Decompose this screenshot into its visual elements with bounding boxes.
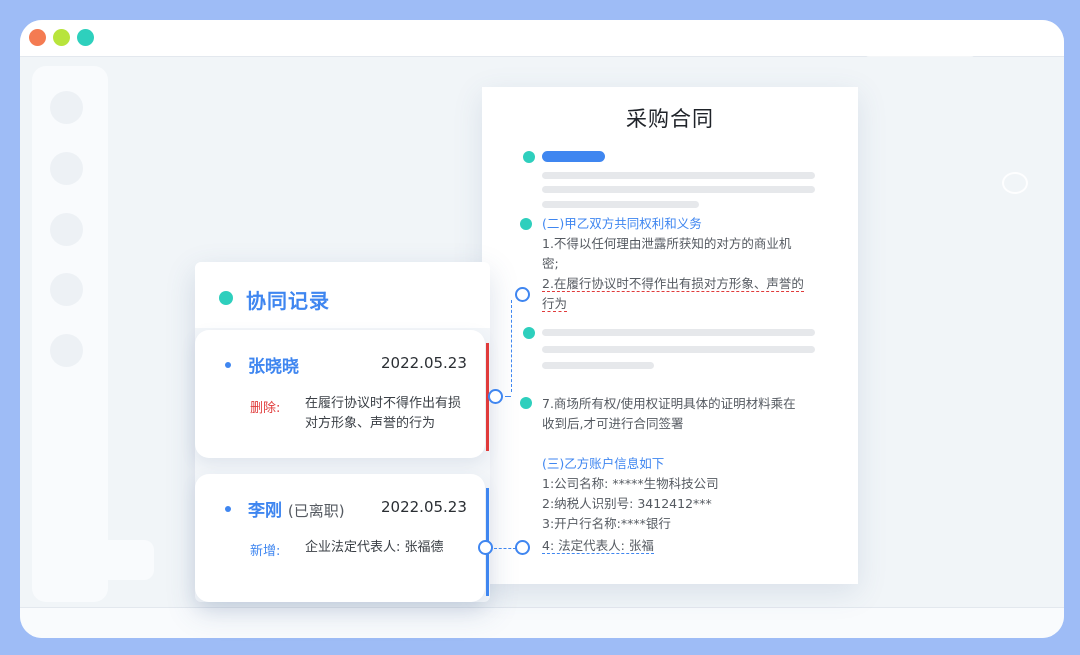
- section-marker: [523, 327, 535, 339]
- clause2-line1[interactable]: 2.在履行协议时不得作出有损对方形象、声誉的: [542, 274, 804, 294]
- record-author: 张晓晓: [248, 357, 299, 377]
- placeholder-heading-bar: [542, 151, 605, 162]
- placeholder-text-bar: [542, 186, 815, 193]
- record-author: 李刚 (已离职): [248, 501, 345, 521]
- account-bank: 3:开户行名称:****银行: [542, 516, 671, 531]
- sidebar-icon[interactable]: [50, 273, 83, 306]
- document-title: 采购合同: [626, 107, 714, 131]
- anchor-ring-record[interactable]: [488, 389, 503, 404]
- clause2-line2[interactable]: 行为: [542, 294, 568, 314]
- placeholder-text-bar: [542, 329, 815, 336]
- faded-header-text: [865, 47, 975, 57]
- added-text-highlight[interactable]: 4: 法定代表人: 张福: [542, 538, 654, 554]
- section-marker: [520, 218, 532, 230]
- contract-document: 采购合同 (二)甲乙双方共同权利和义务 1.不得以任何理由泄露所获知的对方的商业…: [482, 87, 858, 584]
- placeholder-text-bar: [542, 172, 815, 179]
- account-legal-rep[interactable]: 4: 法定代表人: 张福: [542, 536, 654, 556]
- record-content: 企业法定代表人: 张福德: [305, 540, 444, 555]
- record-action-delete: 删除:: [250, 401, 281, 416]
- panel-title: 协同记录: [246, 289, 330, 313]
- placeholder-text-bar: [542, 362, 654, 369]
- section-marker: [520, 397, 532, 409]
- window-footer: [20, 607, 1064, 638]
- placeholder-text-bar: [542, 346, 815, 353]
- clause1-line1: 1.不得以任何理由泄露所获知的对方的商业机: [542, 236, 792, 251]
- deleted-text-highlight[interactable]: 行为: [542, 296, 568, 312]
- panel-header: 协同记录: [195, 262, 490, 328]
- sidebar-tab[interactable]: [108, 540, 154, 580]
- connector-dash: [494, 548, 516, 549]
- sidebar-icon[interactable]: [50, 91, 83, 124]
- sidebar-icon[interactable]: [50, 213, 83, 246]
- account-company: 1:公司名称: *****生物科技公司: [542, 476, 719, 491]
- record-date: 2022.05.23: [381, 354, 467, 372]
- connector-dash: [505, 396, 511, 397]
- title-marker: [219, 291, 233, 305]
- sidebar-icon[interactable]: [50, 152, 83, 185]
- sidebar-icon[interactable]: [50, 334, 83, 367]
- record-card[interactable]: 李刚 (已离职) 2022.05.23 新增: 企业法定代表人: 张福德: [195, 474, 485, 602]
- account-tax-id: 2:纳税人识别号: 3412412***: [542, 496, 712, 511]
- record-date: 2022.05.23: [381, 498, 467, 516]
- anchor-ring-document[interactable]: [515, 540, 530, 555]
- record-action-add: 新增:: [250, 544, 281, 559]
- section3-heading: (三)乙方账户信息如下: [542, 456, 665, 471]
- anchor-ring-record[interactable]: [478, 540, 493, 555]
- record-bullet: [225, 506, 231, 512]
- collaboration-records-panel: 协同记录 张晓晓 2022.05.23 删除: 在履行协议时不得作出有损对方形象…: [195, 262, 490, 602]
- placeholder-text-bar: [542, 201, 699, 208]
- sidebar: [32, 66, 154, 602]
- record-content: 在履行协议时不得作出有损对方形象、声誉的行为: [305, 396, 462, 431]
- clause1-line2: 密;: [542, 256, 559, 271]
- anchor-ring-document[interactable]: [515, 287, 530, 302]
- section2-heading: (二)甲乙双方共同权利和义务: [542, 216, 702, 231]
- minimize-window-button[interactable]: [53, 29, 70, 46]
- clause7-line2: 收到后,才可进行合同签署: [542, 416, 684, 431]
- clause7-line1: 7.商场所有权/使用权证明具体的证明材料乘在: [542, 396, 796, 411]
- author-status-note: (已离职): [287, 502, 345, 520]
- record-bullet: [225, 362, 231, 368]
- section-marker: [523, 151, 535, 163]
- deleted-text-highlight[interactable]: 2.在履行协议时不得作出有损对方形象、声誉的: [542, 276, 804, 292]
- connector-dash: [511, 300, 512, 392]
- maximize-window-button[interactable]: [77, 29, 94, 46]
- record-card[interactable]: 张晓晓 2022.05.23 删除: 在履行协议时不得作出有损对方形象、声誉的行…: [195, 330, 485, 458]
- close-window-button[interactable]: [29, 29, 46, 46]
- chat-icon[interactable]: [1002, 172, 1028, 194]
